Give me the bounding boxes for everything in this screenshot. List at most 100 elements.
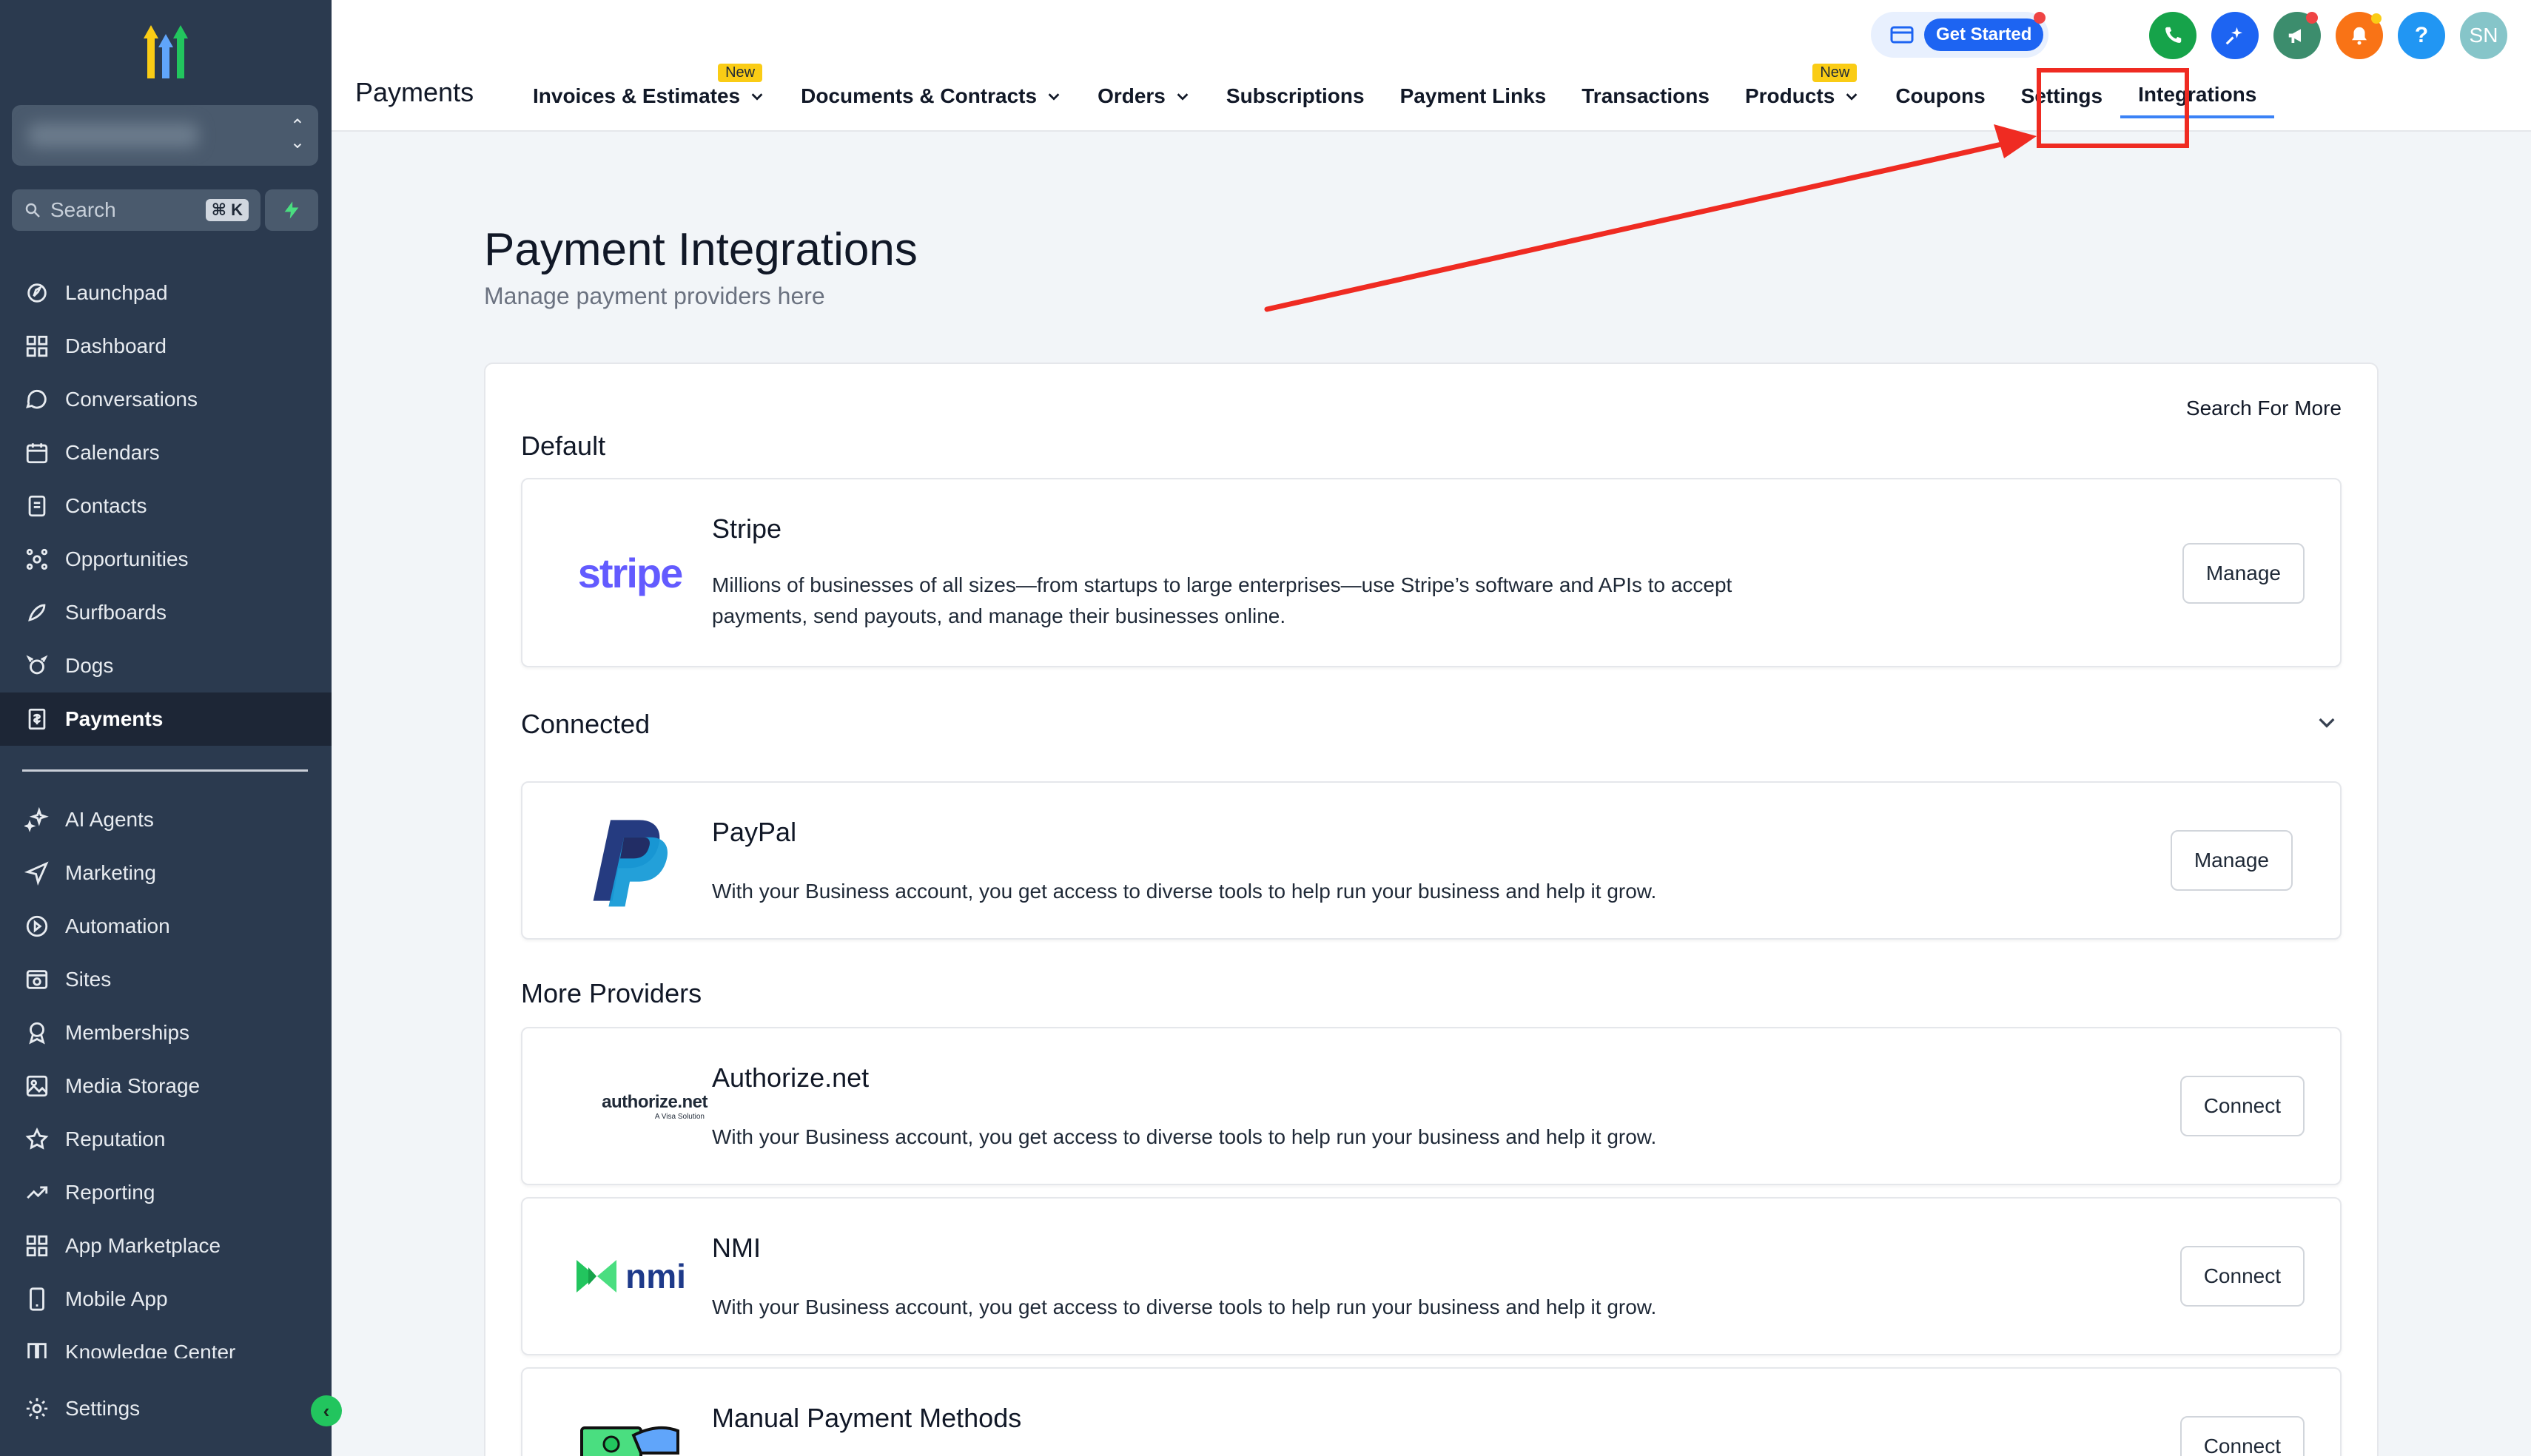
phone-icon bbox=[2165, 27, 2182, 43]
sparkle-wand-icon bbox=[2225, 27, 2242, 45]
sidebar-item-settings[interactable]: Settings bbox=[0, 1382, 332, 1435]
tab-transactions[interactable]: Transactions bbox=[1564, 74, 1727, 118]
sidebar-item-conversations[interactable]: Conversations bbox=[0, 373, 332, 426]
sidebar-item-label: Payments bbox=[65, 707, 164, 730]
sidebar-item-media-storage[interactable]: Media Storage bbox=[0, 1059, 332, 1113]
sidebar-nav-footer: Settings bbox=[0, 1382, 332, 1435]
phone-button[interactable] bbox=[2149, 12, 2196, 59]
page-section-title: Payments bbox=[355, 77, 474, 107]
get-started-widget[interactable]: Get Started bbox=[1871, 12, 2048, 58]
get-started-button[interactable]: Get Started bbox=[1924, 18, 2044, 51]
provider-card-stripe: stripe Stripe Millions of businesses of … bbox=[521, 478, 2342, 667]
sidebar-item-app-marketplace[interactable]: App Marketplace bbox=[0, 1219, 332, 1273]
sidebar-item-launchpad[interactable]: Launchpad bbox=[0, 266, 332, 320]
contacts-icon bbox=[22, 491, 52, 521]
sidebar-item-label: Knowledge Center bbox=[65, 1341, 236, 1358]
tab-documents-contracts[interactable]: Documents & Contracts bbox=[783, 74, 1080, 118]
stripe-manage-button[interactable]: Manage bbox=[2182, 543, 2305, 604]
sidebar-item-sites[interactable]: Sites bbox=[0, 953, 332, 1006]
sidebar-item-label: Sites bbox=[65, 968, 112, 991]
ai-assistant-button[interactable] bbox=[2211, 12, 2259, 59]
provider-card-manual: Manual Payment Methods Connect bbox=[521, 1367, 2342, 1456]
provider-name: NMI bbox=[712, 1233, 761, 1263]
image-icon bbox=[22, 1071, 52, 1101]
sidebar-item-reputation[interactable]: Reputation bbox=[0, 1113, 332, 1166]
authorize-net-connect-button[interactable]: Connect bbox=[2179, 1076, 2305, 1136]
automation-icon bbox=[22, 911, 52, 941]
chevron-down-icon bbox=[1846, 93, 1858, 101]
nmi-logo: nmi bbox=[552, 1199, 707, 1354]
notification-dot bbox=[2306, 12, 2318, 24]
sidebar-item-contacts[interactable]: Contacts bbox=[0, 479, 332, 533]
help-icon: ? bbox=[2414, 23, 2429, 47]
tab-invoices-estimates[interactable]: Invoices & Estimates New bbox=[515, 64, 783, 118]
authorize-net-logo: authorize.net A Visa Solution bbox=[602, 1091, 707, 1121]
sidebar-item-surfboards[interactable]: Surfboards bbox=[0, 586, 332, 639]
account-switcher[interactable]: ⌃ ⌄ bbox=[12, 105, 318, 166]
sidebar-item-label: Reputation bbox=[65, 1128, 166, 1150]
sidebar-item-label: Mobile App bbox=[65, 1287, 168, 1310]
sidebar-item-dogs[interactable]: Dogs bbox=[0, 639, 332, 692]
provider-name: Stripe bbox=[712, 513, 782, 544]
sidebar-item-label: Media Storage bbox=[65, 1074, 201, 1097]
opportunities-icon bbox=[22, 545, 52, 574]
sidebar-item-label: Reporting bbox=[65, 1181, 155, 1204]
sidebar-item-label: Settings bbox=[65, 1397, 141, 1420]
sidebar-item-opportunities[interactable]: Opportunities bbox=[0, 533, 332, 586]
sidebar-item-memberships[interactable]: Memberships bbox=[0, 1006, 332, 1059]
sidebar-item-knowledge-center[interactable]: Knowledge Center bbox=[0, 1326, 332, 1358]
section-title-more-providers: More Providers bbox=[521, 978, 702, 1008]
surfboard-icon bbox=[22, 598, 52, 627]
chevron-down-icon[interactable] bbox=[2315, 710, 2339, 734]
sidebar-item-automation[interactable]: Automation bbox=[0, 900, 332, 953]
tab-products[interactable]: Products New bbox=[1727, 64, 1878, 118]
sidebar-item-label: Opportunities bbox=[65, 547, 189, 570]
cash-hand-icon bbox=[552, 1369, 707, 1456]
sites-icon bbox=[22, 965, 52, 994]
topbar: Payments Invoices & Estimates New Document… bbox=[332, 0, 2531, 132]
star-icon bbox=[22, 1125, 52, 1154]
sidebar-item-marketing[interactable]: Marketing bbox=[0, 846, 332, 900]
tab-label: Documents & Contracts bbox=[801, 84, 1038, 107]
tab-coupons[interactable]: Coupons bbox=[1878, 74, 2003, 118]
sidebar-item-label: Dogs bbox=[65, 654, 114, 677]
sparkle-icon bbox=[22, 805, 52, 835]
quick-action-button[interactable] bbox=[265, 189, 318, 231]
send-icon bbox=[22, 858, 52, 888]
help-button[interactable]: ? bbox=[2398, 12, 2445, 59]
paypal-manage-button[interactable]: Manage bbox=[2170, 830, 2293, 891]
nmi-connect-button[interactable]: Connect bbox=[2179, 1246, 2305, 1307]
section-title-default: Default bbox=[521, 431, 606, 461]
announcements-button[interactable] bbox=[2273, 12, 2321, 59]
dog-icon bbox=[22, 651, 52, 681]
search-for-more-link[interactable]: Search For More bbox=[2186, 397, 2342, 420]
sidebar-item-label: Launchpad bbox=[65, 281, 168, 304]
page-subtitle: Manage payment providers here bbox=[484, 283, 825, 309]
sidebar-item-dashboard[interactable]: Dashboard bbox=[0, 320, 332, 373]
sidebar-item-calendars[interactable]: Calendars bbox=[0, 426, 332, 479]
tab-payment-links[interactable]: Payment Links bbox=[1382, 74, 1564, 118]
tab-subscriptions[interactable]: Subscriptions bbox=[1209, 74, 1382, 118]
sidebar-collapse-button[interactable]: ‹ bbox=[311, 1395, 342, 1426]
sidebar-search[interactable]: Search ⌘ K bbox=[12, 189, 261, 231]
account-name-blurred bbox=[28, 123, 198, 148]
calendar-icon bbox=[22, 438, 52, 468]
sidebar-item-mobile-app[interactable]: Mobile App bbox=[0, 1273, 332, 1326]
notifications-button[interactable] bbox=[2336, 12, 2383, 59]
app-logo-icon[interactable] bbox=[133, 22, 198, 81]
tab-label: Invoices & Estimates bbox=[533, 84, 741, 107]
sidebar-item-reporting[interactable]: Reporting bbox=[0, 1166, 332, 1219]
grid-icon bbox=[22, 1231, 52, 1261]
manual-connect-button[interactable]: Connect bbox=[2179, 1416, 2305, 1456]
tab-label: Orders bbox=[1098, 84, 1166, 107]
integrations-panel: Search For More Default stripe Stripe Mi… bbox=[484, 363, 2379, 1456]
tab-orders[interactable]: Orders bbox=[1080, 74, 1209, 118]
sidebar-item-ai-agents[interactable]: AI Agents bbox=[0, 793, 332, 846]
sidebar-item-label: Conversations bbox=[65, 388, 198, 411]
sidebar-item-label: Surfboards bbox=[65, 601, 167, 624]
sidebar-item-payments[interactable]: Payments bbox=[0, 692, 332, 746]
avatar[interactable]: SN bbox=[2460, 12, 2507, 59]
provider-description: Millions of businesses of all sizes—from… bbox=[712, 573, 1732, 627]
provider-card-authorize-net: authorize.net A Visa Solution Authorize.… bbox=[521, 1027, 2342, 1185]
payments-icon bbox=[22, 704, 52, 734]
